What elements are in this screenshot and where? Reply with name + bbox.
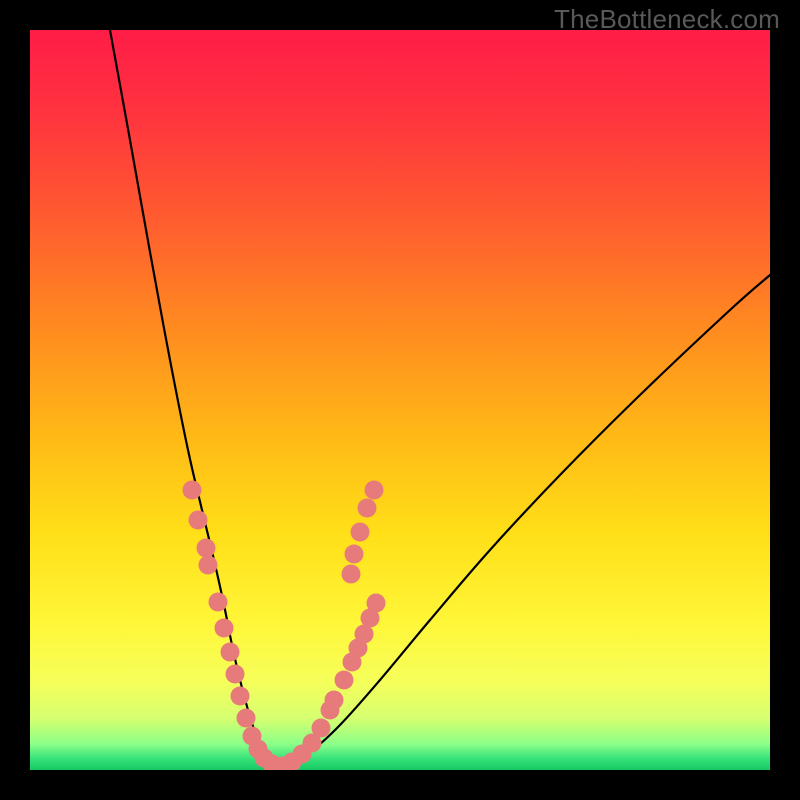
curve-dot <box>367 594 386 613</box>
watermark-text: TheBottleneck.com <box>554 4 780 35</box>
curve-dot <box>197 539 216 558</box>
curve-dot <box>231 687 250 706</box>
plot-area <box>30 30 770 770</box>
chart-frame: TheBottleneck.com <box>0 0 800 800</box>
curve-dots <box>183 481 386 771</box>
curve-dot <box>365 481 384 500</box>
curve-dot <box>221 643 240 662</box>
curve-dot <box>183 481 202 500</box>
curve-dot <box>189 511 208 530</box>
curve-dot <box>358 499 377 518</box>
curve-dot <box>209 593 228 612</box>
curve-dot <box>199 556 218 575</box>
curve-dot <box>226 665 245 684</box>
curve-dot <box>345 545 364 564</box>
curve-dot <box>237 709 256 728</box>
curve-dot <box>351 523 370 542</box>
curve-dot <box>215 619 234 638</box>
curve-dot <box>325 691 344 710</box>
curve-layer <box>30 30 770 770</box>
bottleneck-curve <box>110 30 770 765</box>
curve-dot <box>312 719 331 738</box>
curve-dot <box>342 565 361 584</box>
curve-dot <box>335 671 354 690</box>
